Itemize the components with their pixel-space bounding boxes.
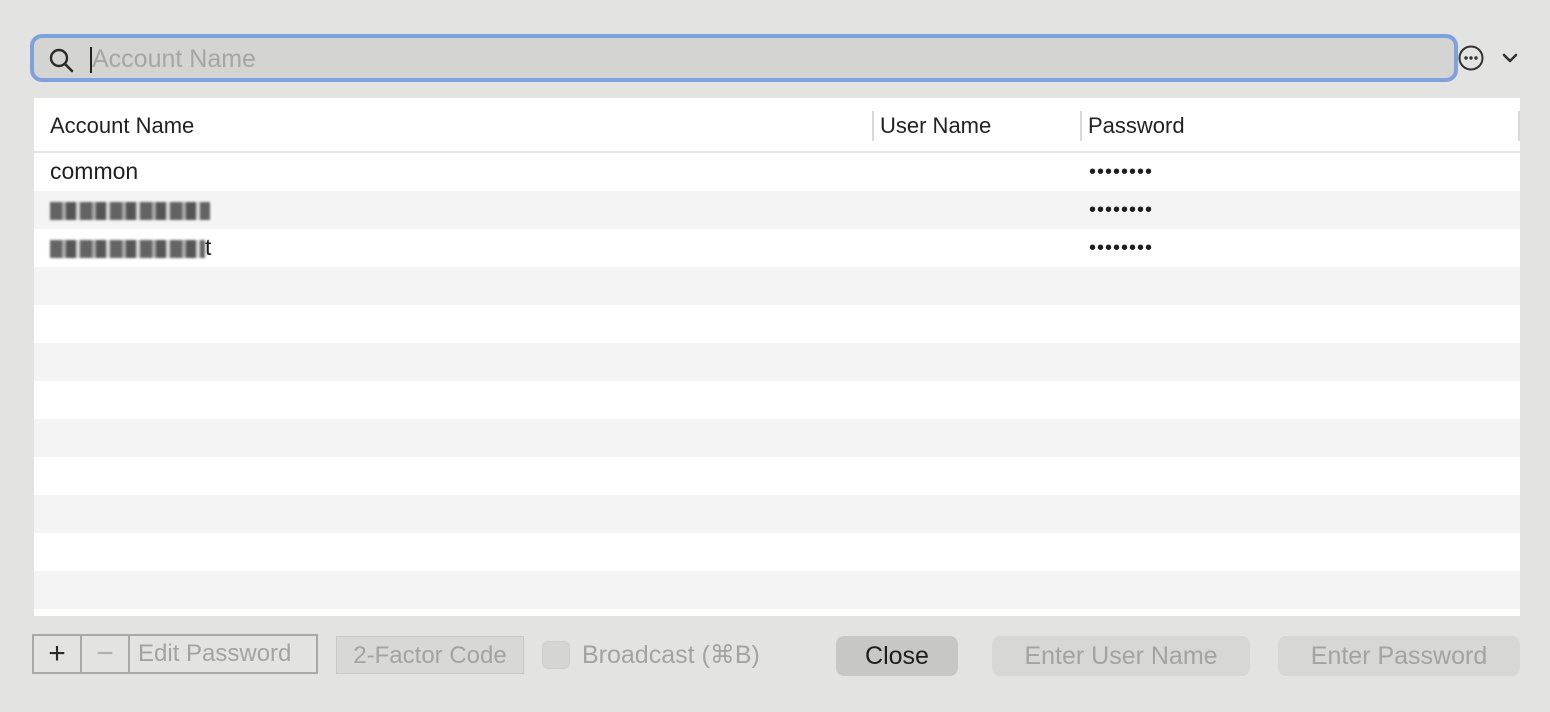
add-account-button[interactable]: + [32, 634, 82, 674]
minus-icon: − [96, 637, 114, 670]
empty-row [34, 609, 1520, 616]
account-name-cell [50, 196, 210, 223]
edit-password-button[interactable]: Edit Password [128, 634, 318, 674]
column-resize-handle[interactable] [1518, 111, 1520, 141]
table-row[interactable]: t •••••••• [34, 229, 1520, 267]
password-cell: •••••••• [1089, 237, 1154, 259]
accounts-table: Account Name User Name Password common •… [34, 98, 1520, 616]
password-cell: •••••••• [1089, 199, 1154, 221]
redacted-text [50, 239, 205, 258]
account-name-cell: t [50, 234, 211, 261]
table-body: common •••••••• •••••••• t •••••••• [34, 153, 1520, 616]
empty-row [34, 533, 1520, 571]
empty-row [34, 419, 1520, 457]
empty-row [34, 495, 1520, 533]
empty-row [34, 305, 1520, 343]
enter-password-button[interactable]: Enter Password [1278, 636, 1520, 676]
plus-icon: + [48, 637, 66, 670]
search-input[interactable] [92, 43, 1432, 75]
column-header-account-name[interactable]: Account Name [50, 113, 194, 139]
table-row[interactable]: common •••••••• [34, 153, 1520, 191]
password-manager-window: Account Name User Name Password common •… [0, 0, 1550, 712]
empty-row [34, 343, 1520, 381]
table-header: Account Name User Name Password [34, 98, 1520, 153]
table-row[interactable]: •••••••• [34, 191, 1520, 229]
empty-row [34, 381, 1520, 419]
two-factor-code-button[interactable]: 2-Factor Code [336, 636, 524, 674]
column-header-user-name[interactable]: User Name [880, 113, 991, 139]
empty-row [34, 457, 1520, 495]
more-options-icon[interactable] [1458, 45, 1484, 71]
remove-account-button[interactable]: − [80, 634, 130, 674]
empty-row [34, 267, 1520, 305]
empty-row [34, 571, 1520, 609]
broadcast-checkbox[interactable] [542, 641, 570, 669]
chevron-down-icon[interactable] [1500, 49, 1520, 67]
password-cell: •••••••• [1089, 161, 1154, 183]
redacted-text [50, 201, 210, 220]
column-resize-handle[interactable] [872, 111, 874, 141]
column-resize-handle[interactable] [1080, 111, 1082, 141]
search-icon [49, 48, 74, 73]
close-button[interactable]: Close [836, 636, 958, 676]
column-header-password[interactable]: Password [1088, 113, 1185, 139]
broadcast-label: Broadcast (⌘B) [582, 641, 760, 669]
enter-user-name-button[interactable]: Enter User Name [992, 636, 1250, 676]
account-name-cell: common [50, 158, 139, 184]
search-field[interactable] [30, 34, 1458, 82]
